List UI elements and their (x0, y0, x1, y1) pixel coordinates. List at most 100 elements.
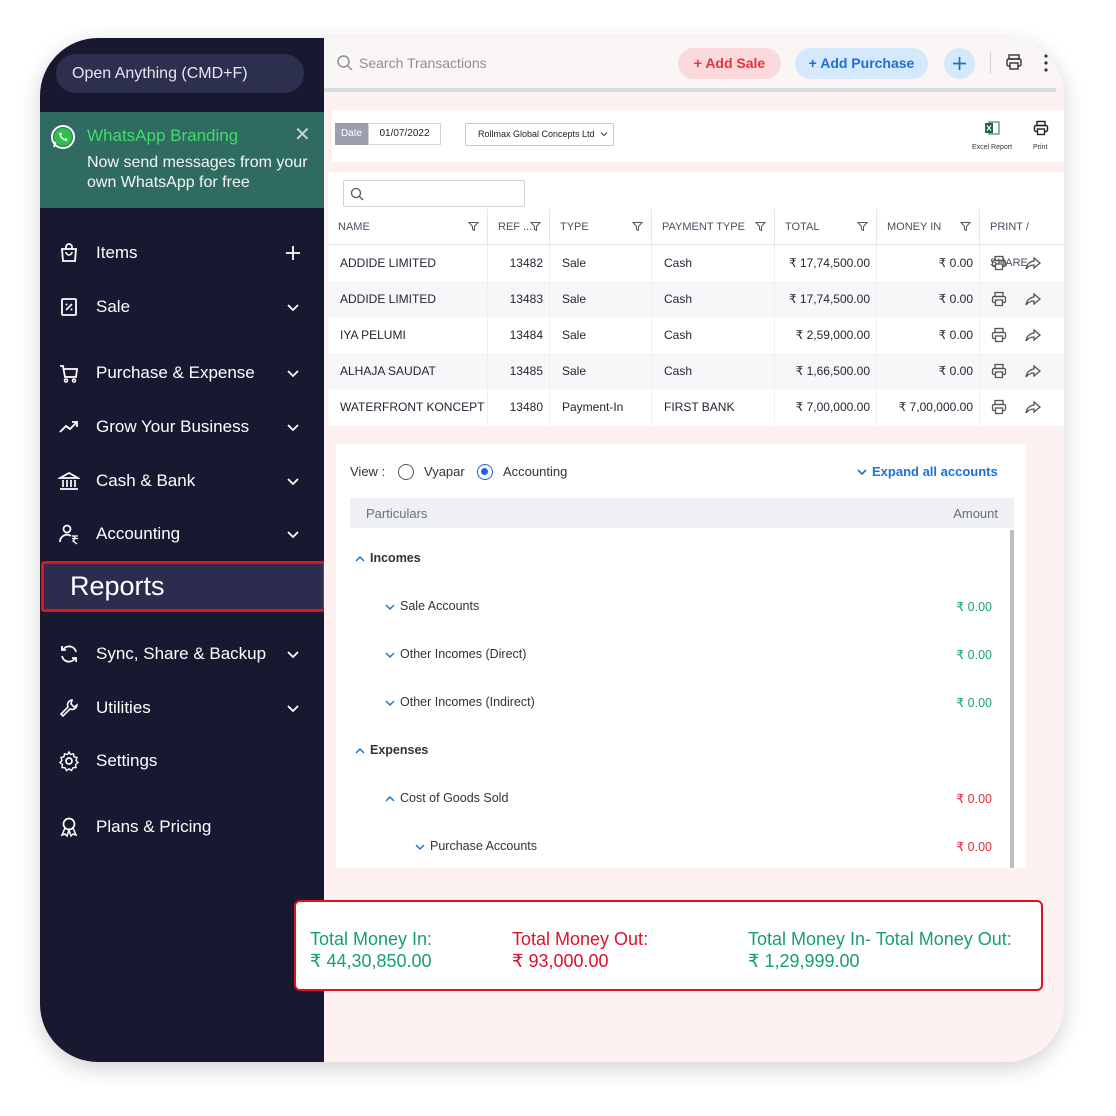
account-row[interactable]: Other Incomes (Indirect) ₹ 0.00 (336, 693, 1006, 715)
share-icon[interactable] (1025, 363, 1041, 379)
bank-icon (58, 472, 80, 490)
filter-icon[interactable] (632, 221, 643, 232)
chevron-down-icon[interactable] (284, 418, 302, 436)
sidebar-item-label: Items (96, 243, 138, 262)
whatsapp-text: Now send messages from your own WhatsApp… (87, 154, 308, 191)
chevron-up-icon (355, 748, 365, 754)
sidebar-item-sale[interactable]: Sale (40, 287, 324, 327)
account-amount: ₹ 0.00 (956, 792, 992, 806)
whatsapp-banner[interactable]: WhatsApp Branding ✕ Now send messages fr… (40, 112, 324, 208)
column-header[interactable]: TOTAL (775, 209, 877, 245)
whatsapp-title: WhatsApp Branding (87, 126, 239, 145)
share-icon[interactable] (1025, 399, 1041, 415)
print-icon[interactable] (991, 327, 1007, 343)
cell-ref: 13482 (488, 245, 550, 281)
expand-all-accounts-button[interactable]: Expand all accounts (857, 464, 998, 479)
column-header[interactable]: TYPE (550, 209, 652, 245)
sidebar-item-reports[interactable]: Reports (41, 561, 326, 612)
sidebar-item-purchase-expense[interactable]: Purchase & Expense (40, 353, 324, 393)
account-row[interactable]: Purchase Accounts ₹ 0.00 (336, 837, 1006, 859)
particulars-header: Particulars Amount (350, 498, 1014, 528)
cell-total: ₹ 1,66,500.00 (775, 353, 877, 389)
scrollbar[interactable] (1010, 530, 1014, 868)
cell-total: ₹ 2,59,000.00 (775, 317, 877, 353)
search-transactions-input[interactable]: Search Transactions (359, 55, 487, 71)
add-sale-button[interactable]: + Add Sale (678, 48, 781, 79)
whatsapp-icon (51, 125, 75, 149)
column-header[interactable]: PAYMENT TYPE (652, 209, 775, 245)
sidebar-item-plans-pricing[interactable]: Plans & Pricing (40, 807, 324, 847)
date-field[interactable]: 01/07/2022 (368, 123, 441, 145)
column-header[interactable]: REF ... (488, 209, 550, 245)
close-icon[interactable]: ✕ (294, 122, 311, 147)
account-label: Other Incomes (Indirect) (400, 695, 535, 709)
column-header-label: MONEY IN (887, 221, 942, 233)
total-money-in-value: ₹ 44,30,850.00 (310, 951, 432, 971)
filter-icon[interactable] (857, 221, 868, 232)
cell-money-in: ₹ 0.00 (877, 281, 980, 317)
column-header[interactable]: NAME (328, 209, 488, 245)
amount-column: Amount (953, 506, 998, 521)
sidebar-item-items[interactable]: Items (40, 233, 324, 273)
chevron-down-icon[interactable] (284, 525, 302, 543)
print-icon[interactable] (991, 291, 1007, 307)
account-label: Expenses (370, 743, 429, 757)
table-row[interactable]: WATERFRONT KONCEPT 13480 Payment-In FIRS… (328, 389, 1064, 425)
table-row[interactable]: ADDIDE LIMITED 13482 Sale Cash ₹ 17,74,5… (328, 245, 1064, 281)
table-row[interactable]: ALHAJA SAUDAT 13485 Sale Cash ₹ 1,66,500… (328, 353, 1064, 389)
firm-select[interactable]: Rollmax Global Concepts Ltd (465, 123, 614, 146)
chevron-up-icon (385, 796, 395, 802)
share-icon[interactable] (1025, 291, 1041, 307)
add-more-button[interactable] (944, 48, 975, 79)
transactions-table: NAME REF ... TYPE PAYMENT TYPE TOTAL MON… (328, 172, 1064, 426)
chevron-down-icon[interactable] (284, 699, 302, 717)
cell-payment-type: Cash (652, 245, 775, 281)
sidebar-item-label: Plans & Pricing (96, 817, 212, 836)
filter-icon[interactable] (755, 221, 766, 232)
chevron-down-icon[interactable] (284, 472, 302, 490)
filter-icon[interactable] (960, 221, 971, 232)
account-group-row[interactable]: Expenses (336, 741, 1006, 763)
table-row[interactable]: ADDIDE LIMITED 13483 Sale Cash ₹ 17,74,5… (328, 281, 1064, 317)
chevron-down-icon[interactable] (284, 298, 302, 316)
plus-icon[interactable] (284, 244, 302, 262)
sidebar-item-utilities[interactable]: Utilities (40, 688, 324, 728)
sidebar-item-settings[interactable]: Settings (40, 741, 324, 781)
print-label: Print (1033, 144, 1048, 151)
open-anything-search[interactable]: Open Anything (CMD+F) (56, 54, 304, 93)
filter-icon[interactable] (468, 221, 479, 232)
account-row[interactable]: Other Incomes (Direct) ₹ 0.00 (336, 645, 1006, 667)
print-icon[interactable] (991, 255, 1007, 271)
share-icon[interactable] (1025, 327, 1041, 343)
print-icon[interactable] (991, 399, 1007, 415)
sidebar-item-accounting[interactable]: Accounting (40, 514, 324, 554)
print-icon[interactable] (1033, 120, 1049, 136)
print-icon[interactable] (991, 363, 1007, 379)
add-purchase-button[interactable]: + Add Purchase (795, 48, 928, 79)
account-label: Other Incomes (Direct) (400, 647, 527, 661)
radio-accounting[interactable] (477, 464, 493, 480)
sidebar-item-sync-share-backup[interactable]: Sync, Share & Backup (40, 634, 324, 674)
excel-icon[interactable] (984, 120, 1000, 136)
chevron-down-icon[interactable] (284, 364, 302, 382)
print-icon[interactable] (1005, 53, 1023, 71)
account-row[interactable]: Sale Accounts ₹ 0.00 (336, 597, 1006, 619)
cell-type: Sale (550, 353, 652, 389)
radio-vyapar[interactable] (398, 464, 414, 480)
share-icon[interactable] (1025, 255, 1041, 271)
chevron-down-icon[interactable] (284, 645, 302, 663)
sidebar-item-grow-business[interactable]: Grow Your Business (40, 407, 324, 447)
sidebar-item-cash-bank[interactable]: Cash & Bank (40, 461, 324, 501)
account-group-row[interactable]: Incomes (336, 549, 1006, 571)
column-header[interactable]: MONEY IN (877, 209, 980, 245)
table-row[interactable]: IYA PELUMI 13484 Sale Cash ₹ 2,59,000.00… (328, 317, 1064, 353)
total-net-label: Total Money In- Total Money Out: (748, 929, 1012, 949)
search-icon (337, 55, 353, 71)
account-label: Cost of Goods Sold (400, 791, 509, 805)
more-vertical-icon[interactable] (1042, 53, 1050, 73)
filter-icon[interactable] (530, 221, 541, 232)
account-row[interactable]: Cost of Goods Sold ₹ 0.00 (336, 789, 1006, 811)
date-tag: Date (335, 123, 368, 145)
particulars-column: Particulars (366, 506, 428, 521)
table-search-input[interactable] (343, 180, 525, 207)
